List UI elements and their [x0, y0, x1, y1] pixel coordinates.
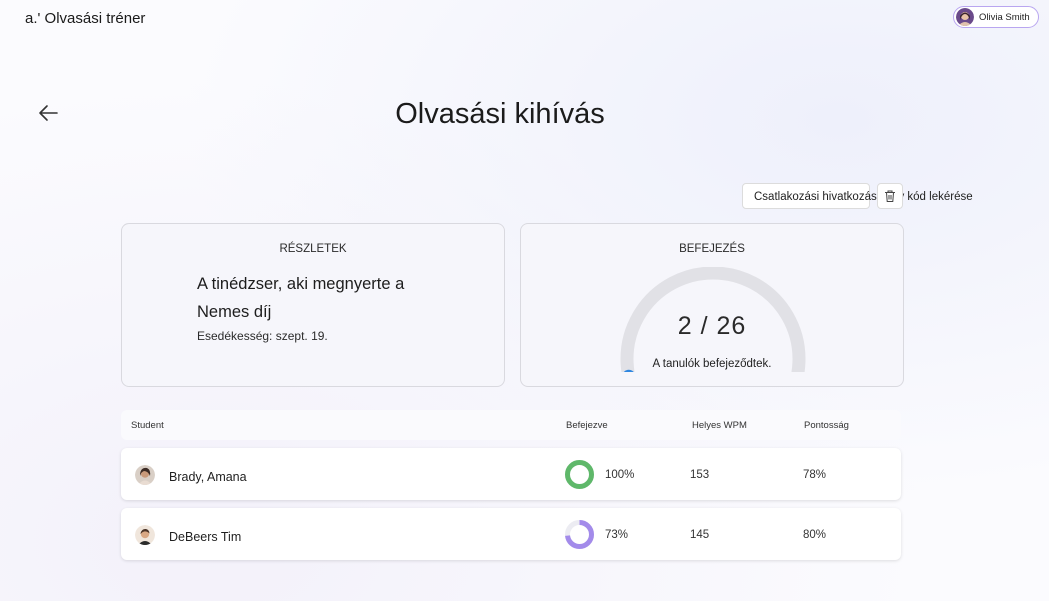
get-join-link-button[interactable]: Csatlakozási hivatkozás vagy kód lekérés… — [742, 183, 973, 209]
user-name: Olivia Smith — [979, 11, 1030, 23]
due-date: Esedékesség: szept. 19. — [197, 329, 328, 343]
user-profile-button[interactable]: Olivia Smith — [953, 6, 1039, 28]
accuracy: 80% — [803, 529, 827, 541]
column-wpm: Helyes WPM — [692, 420, 747, 431]
table-header: Student Befejezve Helyes WPM Pontosság — [121, 410, 901, 440]
accuracy: 78% — [803, 469, 827, 481]
completion-label: A tanulók befejeződtek. — [652, 358, 772, 370]
student-name[interactable]: DeBeers Tim — [169, 530, 241, 544]
details-heading: RÉSZLETEK — [279, 243, 347, 255]
completed-percent: 73% — [605, 529, 629, 541]
correct-wpm: 145 — [690, 529, 710, 541]
column-completed: Befejezve — [566, 420, 608, 431]
correct-wpm: 153 — [690, 469, 710, 481]
table-row[interactable]: Brady, Amana 100% 153 78% — [121, 448, 901, 500]
app-title: a.' Olvasási tréner — [25, 10, 146, 27]
completion-ring — [565, 460, 594, 489]
student-name[interactable]: Brady, Amana — [169, 470, 247, 484]
completion-heading: BEFEJEZÉS — [679, 243, 745, 255]
completion-card: BEFEJEZÉS 2 / 26 A tanulók befejeződtek. — [520, 223, 904, 387]
completion-ring — [565, 520, 594, 549]
completion-count: 2 / 26 — [677, 312, 747, 340]
user-avatar — [956, 8, 974, 26]
student-avatar — [135, 465, 155, 485]
book-title: A tinédzser, aki megnyerte a Nemes díj — [197, 275, 405, 321]
table-row[interactable]: DeBeers Tim 73% 145 80% — [121, 508, 901, 560]
column-accuracy: Pontosság — [804, 420, 849, 431]
completed-percent: 100% — [605, 469, 635, 481]
delete-button[interactable] — [877, 183, 903, 209]
page-title: Olvasási kihívás — [395, 98, 605, 130]
trash-icon — [885, 190, 895, 202]
student-avatar — [135, 525, 155, 545]
details-card: RÉSZLETEK A tinédzser, aki megnyerte a N… — [121, 223, 505, 387]
column-student: Student — [131, 420, 164, 431]
